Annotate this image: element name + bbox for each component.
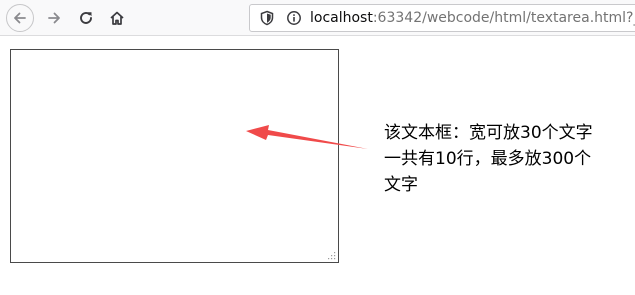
reload-button[interactable] [72, 4, 100, 32]
url-path: :63342/webcode/html/textarea.html?_ijt [372, 10, 635, 26]
annotation-text: 该文本框：宽可放30个文字 一共有10行，最多放300个 文字 [384, 120, 624, 198]
annotation-arrow-icon [246, 125, 368, 149]
annotation-line-2: 一共有10行，最多放300个 [384, 149, 592, 169]
info-icon[interactable] [286, 10, 302, 26]
reload-icon [80, 12, 92, 24]
url-text: localhost:63342/webcode/html/textarea.ht… [310, 9, 635, 27]
forward-button[interactable] [40, 4, 68, 32]
home-icon [110, 11, 124, 25]
arrow-left-icon [14, 12, 26, 24]
annotation-line-3: 文字 [384, 175, 418, 195]
arrow-right-icon [48, 12, 60, 24]
annotation-line-1: 该文本框：宽可放30个文字 [384, 123, 593, 143]
back-button[interactable] [6, 4, 34, 32]
home-button[interactable] [103, 4, 131, 32]
browser-toolbar: localhost:63342/webcode/html/textarea.ht… [0, 0, 635, 36]
shield-icon[interactable] [259, 10, 275, 26]
resize-grip-icon[interactable] [327, 251, 336, 260]
address-bar[interactable]: localhost:63342/webcode/html/textarea.ht… [249, 4, 635, 32]
url-host: localhost [310, 10, 373, 26]
